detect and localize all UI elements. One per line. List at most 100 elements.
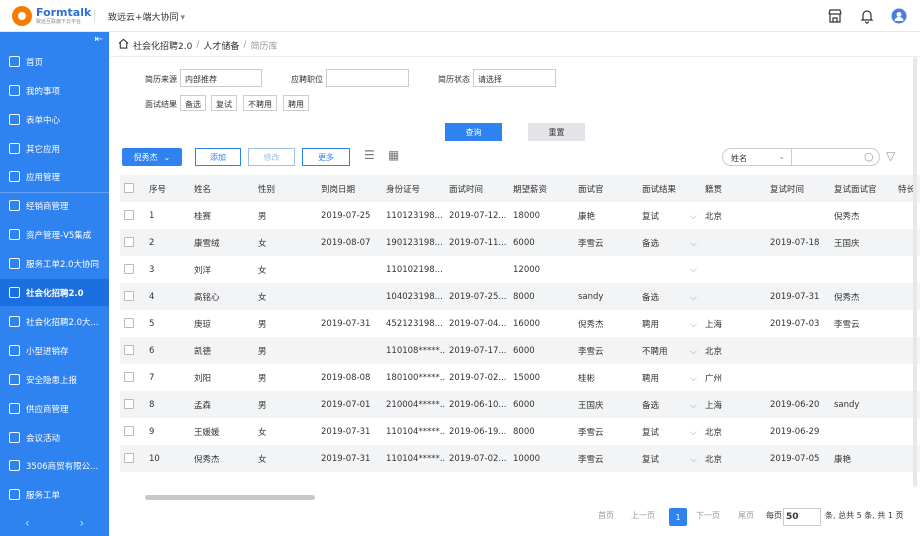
table-cell: 上海 [705, 319, 723, 330]
search-icon[interactable]: ○ [864, 150, 874, 163]
source-field[interactable]: 内部推荐 [180, 69, 262, 87]
chevron-down-icon[interactable]: ⌵ [690, 347, 697, 357]
edit-button[interactable]: 修改 [248, 148, 295, 166]
breadcrumb-app[interactable]: 社会化招聘2.0 [133, 39, 192, 52]
column-header[interactable]: 面试时间 [445, 175, 509, 202]
pager-size-input[interactable]: 50 [783, 508, 821, 526]
collapse-menu-icon[interactable]: ⇤ [95, 34, 103, 45]
sidebar-item-form-center[interactable]: 表单中心 [0, 106, 109, 133]
row-checkbox[interactable] [124, 318, 134, 329]
breadcrumb-section[interactable]: 人才储备 [203, 39, 239, 52]
sidebar-item-my-tasks[interactable]: 我的事项 [0, 77, 109, 104]
chevron-down-icon[interactable]: ⌵ [690, 455, 697, 465]
store-icon[interactable] [826, 7, 844, 25]
column-header[interactable]: 性别 [254, 175, 317, 202]
row-checkbox[interactable] [124, 345, 134, 356]
chevron-down-icon[interactable]: ⌵ [690, 320, 697, 330]
column-header[interactable]: 序号 [145, 175, 190, 202]
sidebar-item-dealer-manage[interactable]: 经销商管理 [0, 192, 109, 219]
row-checkbox[interactable] [124, 237, 134, 248]
pager-current-page[interactable]: 1 [669, 508, 687, 526]
row-checkbox[interactable] [124, 426, 134, 437]
chevron-down-icon[interactable]: ⌵ [690, 212, 697, 222]
chevron-down-icon[interactable]: ⌵ [690, 265, 697, 275]
sidebar-item-social-recruit[interactable]: 社会化招聘2.0 [0, 279, 109, 306]
bell-icon[interactable] [858, 7, 876, 25]
row-checkbox[interactable] [124, 399, 134, 410]
status-select[interactable]: 请选择 [473, 69, 556, 87]
row-checkbox[interactable] [124, 453, 134, 464]
column-header[interactable]: 姓名 [190, 175, 254, 202]
add-button[interactable]: 添加 [195, 148, 241, 166]
table-row[interactable]: 7 刘阳 男 2019-08-08 180100*****... 2019-07-02..… [120, 364, 920, 391]
org-switcher[interactable]: 致远云+端大协同 ▾ [108, 10, 185, 23]
sidebar-item-supplier-manage[interactable]: 供应商管理 [0, 395, 109, 422]
column-header[interactable]: 复试面试官 [830, 175, 894, 202]
chevron-down-icon[interactable]: ⌵ [690, 293, 697, 303]
chevron-down-icon: ⌄ [778, 152, 785, 161]
table-row[interactable]: 5 庚琼 男 2019-07-31 452123198... 2019-07-04... 1… [120, 310, 920, 337]
row-checkbox[interactable] [124, 210, 134, 221]
table-row[interactable]: 9 王媛媛 女 2019-07-31 110104*****... 2019-06-19.… [120, 418, 920, 445]
home-icon[interactable] [118, 38, 129, 52]
pager-next[interactable]: 下一页 [696, 510, 720, 521]
sidebar-item-service-order[interactable]: 服务工单 [0, 481, 109, 508]
column-header[interactable]: 期望薪资 [509, 175, 574, 202]
sidebar-item-social-recruit-collab[interactable]: 社会化招聘2.0大... [0, 308, 109, 335]
table-row[interactable]: 8 孟森 男 2019-07-01 210004*****... 2019-06-10..… [120, 391, 920, 418]
pager-first[interactable]: 首页 [598, 510, 614, 521]
sidebar-item-app-manage[interactable]: 应用管理 [0, 163, 109, 190]
table-cell: 2019-06-20 [770, 399, 820, 410]
sidebar-item-safety-report[interactable]: 安全隐患上报 [0, 366, 109, 393]
column-header[interactable]: 面试结果 [638, 175, 701, 202]
column-header[interactable]: 复试时间 [766, 175, 830, 202]
chevron-left-icon[interactable]: ‹ [25, 516, 30, 530]
row-checkbox[interactable] [124, 264, 134, 275]
column-header[interactable]: 身份证号 [382, 175, 445, 202]
select-all-checkbox[interactable] [124, 183, 134, 194]
chevron-down-icon[interactable]: ⌵ [690, 239, 697, 249]
result-tag[interactable]: 复试 [211, 95, 237, 111]
position-field[interactable] [326, 69, 409, 87]
table-row[interactable]: 4 高铭心 女 104023198... 2019-07-25... 8000 sandy 备… [120, 283, 920, 310]
qrcode-icon[interactable]: ▦ [388, 148, 399, 162]
row-checkbox[interactable] [124, 291, 134, 302]
table-row[interactable]: 2 康雪绒 女 2019-08-07 190123198... 2019-07-11...… [120, 229, 920, 256]
user-dropdown-button[interactable]: 倪秀杰 ⌄ [122, 148, 182, 166]
sidebar-item-home[interactable]: 首页 [0, 48, 109, 75]
chevron-right-icon[interactable]: › [79, 516, 84, 530]
result-tag[interactable]: 聘用 [283, 95, 309, 111]
result-tag[interactable]: 备选 [180, 95, 206, 111]
sidebar-item-asset-manage[interactable]: 资产管理-V5集成 [0, 221, 109, 248]
query-button[interactable]: 查询 [445, 123, 502, 141]
chevron-down-icon[interactable]: ⌵ [690, 401, 697, 411]
list-view-icon[interactable]: ☰ [364, 148, 375, 162]
reset-button[interactable]: 重置 [528, 123, 585, 141]
filter-icon[interactable]: ▽ [886, 149, 895, 163]
table-row[interactable]: 3 刘洋 女 110102198... 12000 ⌵ [120, 256, 920, 283]
chevron-down-icon[interactable]: ⌵ [690, 428, 697, 438]
column-header[interactable]: 面试官 [574, 175, 638, 202]
sidebar-item-service-order-collab[interactable]: 服务工单2.0大协同 [0, 250, 109, 277]
sidebar-item-mini-inventory[interactable]: 小型进销存 [0, 337, 109, 364]
sidebar-item-meeting-activity[interactable]: 会议活动 [0, 424, 109, 451]
result-tag[interactable]: 不聘用 [243, 95, 277, 111]
horizontal-scrollbar[interactable] [145, 495, 315, 500]
table-cell: 备选 [642, 238, 660, 249]
column-header[interactable]: 籍贯 [701, 175, 766, 202]
pager-prev[interactable]: 上一页 [631, 510, 655, 521]
table-row[interactable]: 1 桂赛 男 2019-07-25 110123198... 2019-07-12... 1… [120, 202, 920, 229]
more-button[interactable]: 更多 [302, 148, 350, 166]
vertical-scrollbar[interactable] [913, 57, 917, 487]
search-field-select[interactable]: 姓名 ⌄ [722, 148, 792, 166]
brand-logo[interactable]: Formtalk 致远互联旗下云平台 [12, 6, 91, 26]
avatar[interactable] [890, 7, 908, 25]
table-row[interactable]: 10 倪秀杰 女 2019-07-31 110104*****... 2019-07-02… [120, 445, 920, 472]
column-header[interactable]: 到岗日期 [317, 175, 382, 202]
chevron-down-icon[interactable]: ⌵ [690, 374, 697, 384]
sidebar-item-other-apps[interactable]: 其它应用 [0, 135, 109, 162]
pager-last[interactable]: 尾页 [738, 510, 754, 521]
sidebar-item-trading-company[interactable]: 3506商贸有限公... [0, 452, 109, 479]
table-row[interactable]: 6 凯德 男 110108*****... 2019-07-17... 6000 李雪云 不聘… [120, 337, 920, 364]
row-checkbox[interactable] [124, 372, 134, 383]
